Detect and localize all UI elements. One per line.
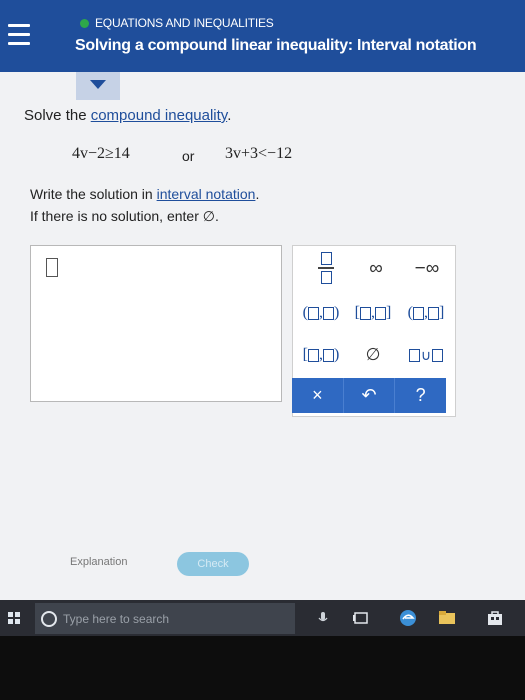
closed-open-interval-button[interactable]: [,) [295, 338, 347, 372]
monitor-bezel [0, 636, 525, 700]
taskbar-search[interactable]: Type here to search [35, 603, 295, 634]
task-view-icon[interactable] [352, 611, 370, 625]
closed-closed-interval-button[interactable]: [,] [347, 296, 399, 330]
undo-button[interactable]: ↶ [343, 378, 396, 413]
union-button[interactable]: ∪ [399, 338, 453, 372]
instr-prefix: Write the solution in [30, 186, 157, 202]
conjunction: or [182, 148, 195, 164]
negative-infinity-button[interactable]: −∞ [401, 252, 453, 286]
file-explorer-icon[interactable] [437, 609, 457, 627]
header-bar: EQUATIONS AND INEQUALITIES Solving a com… [0, 0, 525, 72]
instruction-line-1: Write the solution in interval notation. [30, 186, 259, 202]
check-button[interactable]: Check [177, 552, 249, 576]
inequality-2: 3v+3<−12 [225, 145, 293, 162]
clear-button[interactable]: × [292, 378, 344, 413]
microphone-icon[interactable] [314, 611, 332, 625]
status-dot-icon [80, 18, 89, 28]
open-open-interval-button[interactable]: (,) [295, 296, 347, 330]
interval-notation-link[interactable]: interval notation [157, 186, 256, 202]
page-title: Solving a compound linear inequality: In… [75, 37, 477, 54]
palette-toolbar: × ↶ ? [292, 378, 447, 413]
open-closed-interval-button[interactable]: (,] [399, 296, 453, 330]
problem-suffix: . [227, 107, 232, 124]
topic-text: EQUATIONS AND INEQUALITIES [95, 16, 274, 30]
cortana-icon[interactable] [41, 611, 57, 627]
answer-input[interactable] [30, 245, 282, 402]
store-icon[interactable] [485, 609, 505, 627]
explanation-button[interactable]: Explanation [70, 556, 128, 568]
inequality-1: 4v−2≥14 [72, 145, 130, 162]
fraction-button[interactable] [301, 248, 351, 288]
windows-start-icon[interactable] [8, 612, 20, 624]
edge-browser-icon[interactable] [398, 609, 418, 627]
instruction-line-2: If there is no solution, enter ∅. [30, 208, 219, 224]
aleks-window: EQUATIONS AND INEQUALITIES Solving a com… [0, 0, 525, 600]
problem-prefix: Solve the [24, 107, 91, 124]
infinity-button[interactable]: ∞ [351, 252, 401, 286]
help-button[interactable]: ? [395, 378, 447, 413]
menu-icon[interactable] [8, 24, 30, 48]
chevron-down-icon [90, 80, 106, 89]
collapse-toggle[interactable] [76, 72, 120, 100]
input-cursor-box [46, 258, 58, 277]
compound-inequality-link[interactable]: compound inequality [91, 107, 227, 124]
empty-set-button[interactable]: ∅ [347, 338, 399, 372]
problem-statement: Solve the compound inequality. [24, 107, 231, 124]
instr-suffix: . [255, 186, 260, 202]
union-symbol: ∪ [420, 346, 432, 363]
search-placeholder: Type here to search [63, 612, 170, 626]
topic-label: EQUATIONS AND INEQUALITIES [80, 16, 274, 30]
